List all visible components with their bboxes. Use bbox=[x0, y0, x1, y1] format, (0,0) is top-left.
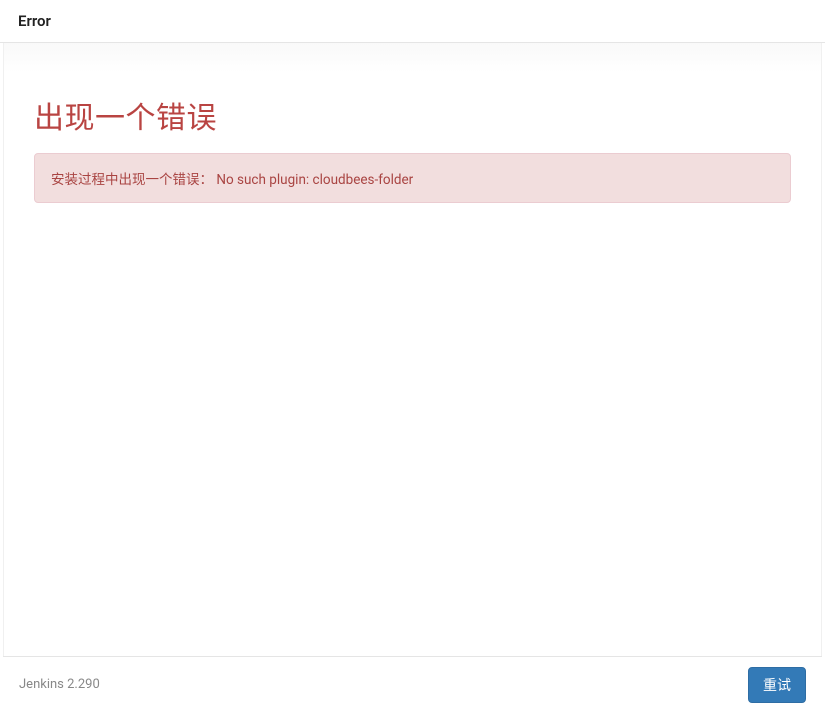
footer-bar: Jenkins 2.290 重试 bbox=[3, 656, 822, 712]
error-alert-box: 安装过程中出现一个错误： No such plugin: cloudbees-f… bbox=[34, 153, 791, 203]
retry-button[interactable]: 重试 bbox=[748, 667, 806, 703]
error-alert-message: 安装过程中出现一个错误： No such plugin: cloudbees-f… bbox=[51, 172, 413, 188]
header-bar: Error bbox=[0, 0, 825, 43]
error-heading: 出现一个错误 bbox=[34, 93, 791, 137]
header-title: Error bbox=[18, 12, 807, 30]
content-area: 出现一个错误 安装过程中出现一个错误： No such plugin: clou… bbox=[3, 43, 822, 656]
footer-version-text: Jenkins 2.290 bbox=[19, 677, 100, 692]
